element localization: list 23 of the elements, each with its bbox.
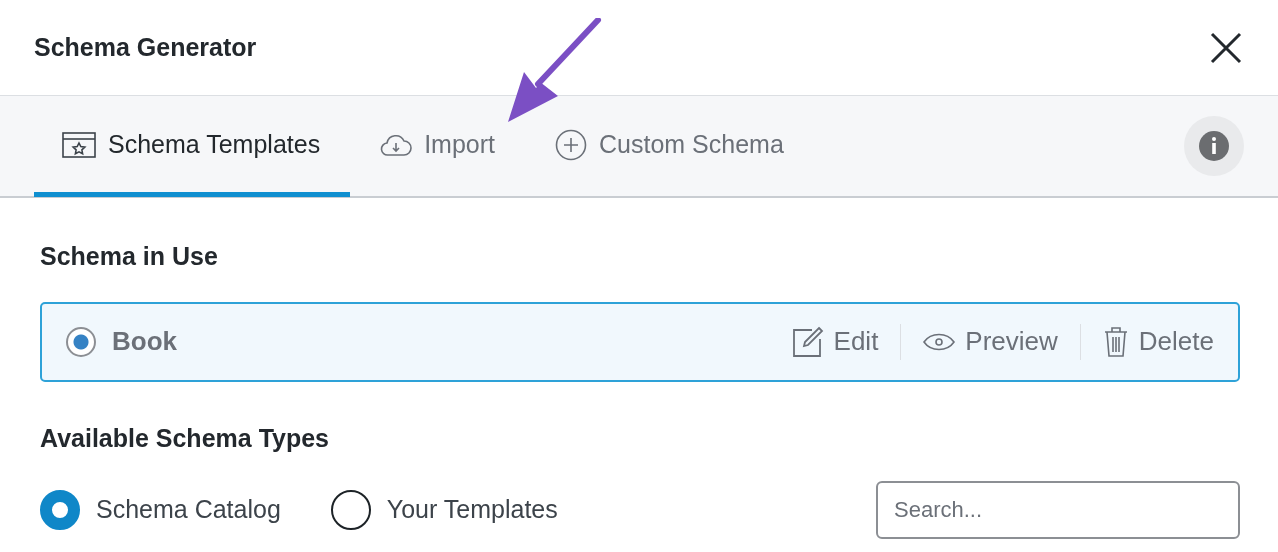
radio-button[interactable] (66, 326, 96, 357)
search-field[interactable]: Search... (876, 481, 1240, 539)
action-button[interactable]: Delete (1080, 322, 1214, 361)
radio-button[interactable] (40, 490, 80, 530)
action-button[interactable]: Preview (901, 322, 1080, 361)
trash-icon (1102, 325, 1129, 358)
edit-icon (791, 325, 824, 358)
tab[interactable]: Import (350, 97, 525, 197)
plus-circle-icon (555, 128, 587, 161)
window-title: Schema Generator (34, 31, 257, 63)
eye-icon (923, 331, 956, 352)
info-icon (1198, 130, 1230, 162)
tab[interactable]: Custom Schema (525, 97, 814, 197)
schema-name: Book (112, 325, 177, 358)
template-icon (62, 131, 96, 158)
tab[interactable]: Schema Templates (34, 97, 351, 197)
section-heading: Available Schema Types (40, 422, 331, 454)
radio-label: Schema Catalog (96, 494, 281, 526)
section-heading: Schema in Use (40, 241, 219, 272)
radio-label: Your Templates (386, 494, 558, 526)
cloud-download-icon (380, 132, 413, 157)
radio-button[interactable] (330, 490, 371, 530)
action-button[interactable]: Edit (769, 322, 901, 361)
